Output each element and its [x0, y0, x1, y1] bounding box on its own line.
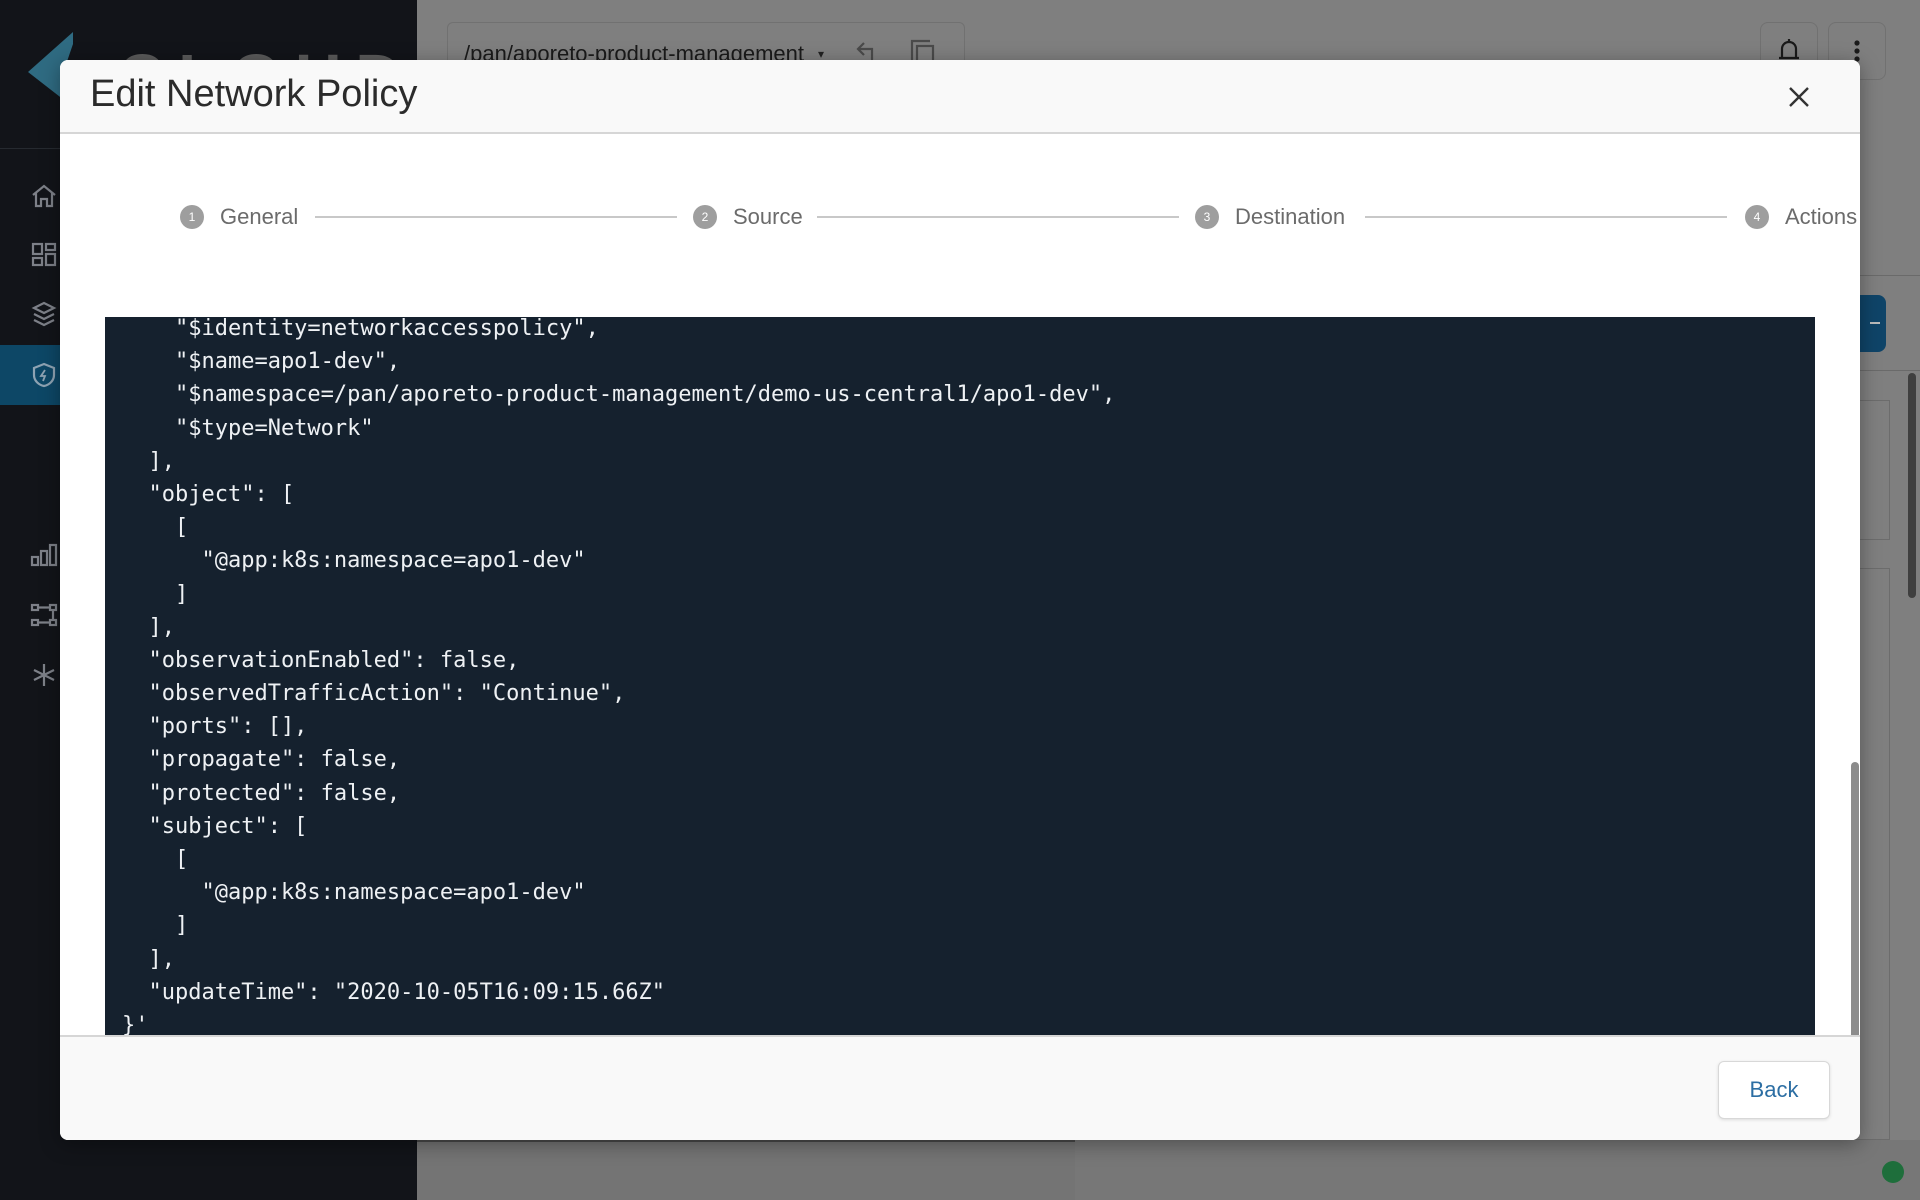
- step-number: 1: [180, 205, 204, 229]
- background-table-footer: [417, 1140, 1075, 1200]
- step-label: Destination: [1235, 204, 1346, 229]
- step-connector: [315, 216, 677, 218]
- layers-icon: [31, 301, 57, 327]
- step-label: Actions: [1785, 204, 1858, 229]
- page-scrollbar[interactable]: [1908, 373, 1916, 598]
- chevron-down-icon: ▾: [818, 47, 825, 61]
- wizard-stepper: 1 General 2 Source 3 Destination 4 Actio…: [120, 199, 1857, 235]
- step-label: General: [220, 204, 299, 229]
- dialog-footer: Back: [60, 1035, 1860, 1140]
- home-icon: [32, 184, 56, 208]
- code-line: "$identity=networkaccesspolicy",: [122, 317, 599, 341]
- edit-network-policy-dialog: Edit Network Policy 1 General 2 Source 3…: [60, 60, 1860, 1140]
- code-line: "$type=Network": [122, 415, 374, 441]
- code-line: [: [122, 847, 189, 872]
- code-line: "propagate": false,: [122, 747, 401, 773]
- step-actions[interactable]: 4 Actions: [1745, 199, 1857, 235]
- background-panel: [1075, 1140, 1920, 1200]
- code-line: ],: [122, 946, 175, 972]
- policy-json-preview[interactable]: "$identity=networkaccesspolicy", "$name=…: [105, 317, 1815, 1061]
- dialog-title: Edit Network Policy: [90, 73, 418, 115]
- dialog-body: 1 General 2 Source 3 Destination 4 Actio…: [60, 134, 1860, 1095]
- asterisk-icon: [33, 664, 55, 686]
- dialog-header: Edit Network Policy: [60, 60, 1860, 134]
- code-line: "ports": [],: [122, 714, 308, 740]
- code-line: ]: [122, 581, 189, 607]
- step-destination[interactable]: 3 Destination: [1195, 199, 1345, 235]
- shield-bolt-icon: [32, 362, 56, 388]
- step-connector: [817, 216, 1179, 218]
- close-icon: [1789, 87, 1809, 107]
- step-number: 2: [693, 205, 717, 229]
- step-number: 4: [1745, 205, 1769, 229]
- code-line: "protected": false,: [122, 780, 401, 806]
- back-button[interactable]: Back: [1718, 1061, 1830, 1119]
- code-line: "subject": [: [122, 813, 308, 839]
- step-general[interactable]: 1 General: [180, 199, 298, 235]
- close-button[interactable]: [1782, 80, 1816, 114]
- step-source[interactable]: 2 Source: [693, 199, 803, 235]
- code-line: "updateTime": "2020-10-05T16:09:15.66Z": [122, 979, 666, 1005]
- step-label: Source: [733, 204, 803, 229]
- step-number: 3: [1195, 205, 1219, 229]
- code-line: ]: [122, 913, 189, 939]
- connection-status-indicator: [1882, 1161, 1904, 1183]
- code-line: ],: [122, 448, 175, 474]
- code-line: "@app:k8s:namespace=apo1-dev": [122, 548, 586, 574]
- bar-chart-icon: [30, 543, 58, 567]
- code-line: [: [122, 515, 189, 541]
- dashboard-icon: [31, 242, 57, 267]
- topology-icon: [30, 603, 58, 627]
- toolbar-divider: [1860, 370, 1920, 371]
- code-line: "@app:k8s:namespace=apo1-dev": [122, 880, 586, 906]
- code-line: "object": [: [122, 481, 295, 507]
- step-connector: [1365, 216, 1727, 218]
- code-line: "observationEnabled": false,: [122, 647, 520, 673]
- code-lines: "$identity=networkaccesspolicy", "$name=…: [122, 317, 1115, 1042]
- code-line: ],: [122, 614, 175, 640]
- code-line: "$name=apo1-dev",: [122, 349, 401, 375]
- code-line: "observedTrafficAction": "Continue",: [122, 681, 626, 707]
- plus-icon: [1870, 322, 1880, 324]
- code-line: "$namespace=/pan/aporeto-product-managem…: [122, 382, 1116, 408]
